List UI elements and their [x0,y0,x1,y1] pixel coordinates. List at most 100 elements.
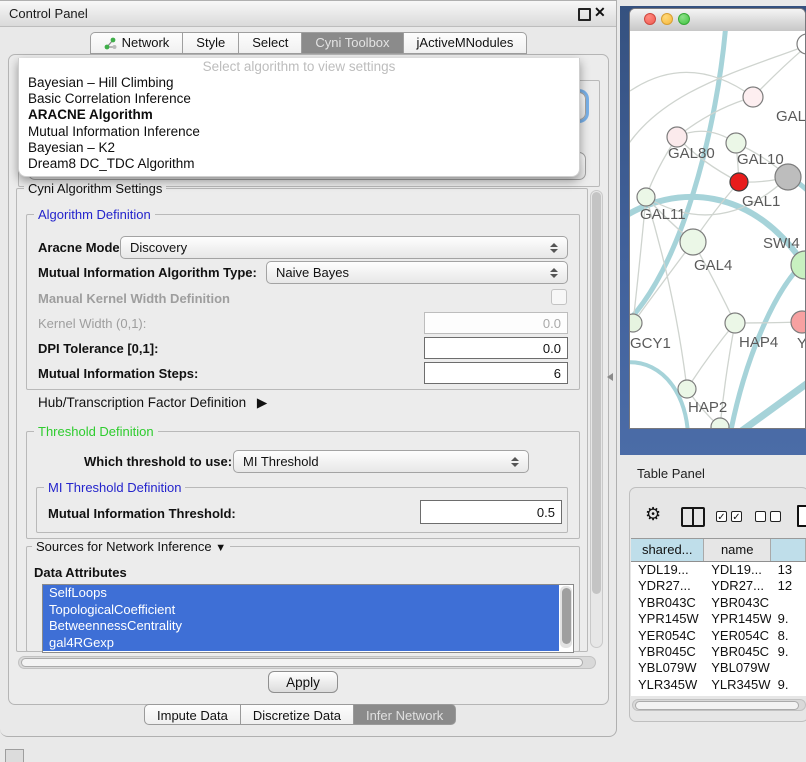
bottom-tab-discretize-data[interactable]: Discretize Data [240,704,353,725]
settings-hscrollbar[interactable] [18,656,596,669]
mi-type-combobox[interactable]: Naive Bayes [266,261,568,284]
algorithm-option[interactable]: Bayesian – Hill Climbing [19,75,579,91]
network-node[interactable] [711,418,729,429]
settings-hscrollbar-thumb[interactable] [21,658,583,667]
gear-icon[interactable]: ⚙ [645,504,661,525]
table-cell: 9 [771,693,806,696]
table-cell: 8. [771,628,806,644]
table-row[interactable]: YIL052CYIL052C9 [631,693,806,696]
combo-arrows-icon [511,457,519,467]
kernel-width-input[interactable]: 0.0 [424,312,568,334]
network-node-gal11[interactable] [637,188,655,206]
network-node-gal4[interactable] [680,229,706,255]
node-table[interactable]: shared...name YDL19...YDL19...13YDR27...… [631,538,806,696]
table-cell: YDL19... [631,562,704,578]
table-row[interactable]: YBR043CYBR043C [631,595,806,611]
table-cell: YER054C [631,628,704,644]
algorithm-popup-header: Select algorithm to view settings [19,58,579,75]
tab-network[interactable]: Network [90,32,183,54]
dpi-tolerance-input[interactable]: 0.0 [424,337,568,359]
control-panel-titlebar[interactable]: Control Panel ✕ [0,1,616,27]
attribute-list-item[interactable]: BetweennessCentrality [43,618,559,635]
node-label: HAP4 [739,334,778,351]
algorithm-option[interactable]: Dream8 DC_TDC Algorithm [19,156,579,172]
network-node[interactable] [797,34,806,54]
table-cell: 12 [771,578,806,594]
attribute-list-item[interactable]: gal4RGexp [43,635,559,652]
which-threshold-combobox[interactable]: MI Threshold [233,450,529,473]
page-icon[interactable] [797,505,806,527]
apply-button[interactable]: Apply [268,671,338,693]
network-node-y[interactable] [791,311,806,333]
columns-icon[interactable] [681,507,705,527]
node-label: GAL80 [668,145,715,162]
mi-threshold-input[interactable]: 0.5 [420,500,562,524]
settings-scrollbar-thumb[interactable] [592,192,601,594]
network-window-titlebar[interactable] [630,9,805,32]
mi-type-label: Mutual Information Algorithm Type: [38,265,257,280]
aracne-mode-label: Aracne Mode: [38,240,124,255]
attribute-list-item[interactable]: SelfLoops [43,585,559,602]
tab-cyni-toolbox[interactable]: Cyni Toolbox [301,32,402,54]
algorithm-definition-legend: Algorithm Definition [34,207,155,222]
network-node-gcy1[interactable] [630,314,642,332]
network-node[interactable] [775,164,801,190]
bottom-tab-infer-network[interactable]: Infer Network [353,704,456,725]
hub-definition-expander[interactable]: Hub/Transcription Factor Definition ▶ [38,395,267,411]
float-window-icon[interactable] [578,8,591,21]
table-row[interactable]: YER054CYER054C8. [631,628,806,644]
table-row[interactable]: YDR27...YDR27...12 [631,578,806,594]
table-row[interactable]: YLR345WYLR345W9. [631,677,806,693]
table-cell [771,660,806,676]
close-icon[interactable]: ✕ [594,4,606,21]
zoom-light-icon[interactable] [678,13,690,25]
table-row[interactable]: YBL079WYBL079W [631,660,806,676]
list-scrollbar[interactable] [560,586,572,648]
splitpane-handle-icon[interactable] [607,373,613,381]
network-node-gal80[interactable] [667,127,687,147]
table-hscrollbar-thumb[interactable] [635,701,799,710]
algorithm-option[interactable]: Mutual Information Inference [19,124,579,140]
network-node-gal10[interactable] [726,133,746,153]
cyni-settings-legend: Cyni Algorithm Settings [24,181,166,196]
minimize-light-icon[interactable] [661,13,673,25]
network-node-gal[interactable] [743,87,763,107]
manual-kernel-checkbox[interactable] [551,289,567,305]
node-label: Y [797,335,806,352]
tab-jactivemnodules[interactable]: jActiveMNodules [403,32,528,54]
network-canvas[interactable]: GALGAL80GAL10GAL1GAL11GAL4SWI4GCY1HAP4YH… [630,31,806,429]
sources-legend[interactable]: Sources for Network Inference ▼ [32,539,230,554]
aracne-mode-combobox[interactable]: Discovery [120,236,568,259]
table-hscrollbar[interactable] [632,699,806,711]
column-header[interactable]: name [704,539,770,561]
data-attributes-label: Data Attributes [34,565,127,580]
algorithm-option[interactable]: ARACNE Algorithm [19,107,579,123]
column-header[interactable]: shared... [631,539,704,561]
tab-select[interactable]: Select [238,32,301,54]
network-node-hap4[interactable] [725,313,745,333]
stray-panel-icon[interactable] [5,749,24,762]
table-cell: YBR043C [631,595,704,611]
table-cell: YIL052C [631,693,704,696]
network-node-gal1[interactable] [730,173,748,191]
bottom-tabs: Impute DataDiscretize DataInfer Network [144,704,456,725]
select-all-icon[interactable]: ✓✓ [716,511,742,522]
attribute-list-item[interactable]: TopologicalCoefficient [43,602,559,619]
control-panel-window: Control Panel ✕ NetworkStyleSelectCyni T… [0,0,617,737]
network-node-hap2[interactable] [678,380,696,398]
algorithm-option[interactable]: Bayesian – K2 [19,140,579,156]
table-row[interactable]: YPR145WYPR145W9. [631,611,806,627]
tab-style[interactable]: Style [182,32,238,54]
list-scrollbar-thumb[interactable] [562,588,571,644]
close-light-icon[interactable] [644,13,656,25]
table-row[interactable]: YBR045CYBR045C9. [631,644,806,660]
deselect-all-icon[interactable] [755,511,781,522]
mi-steps-input[interactable]: 6 [424,362,568,384]
node-label: GAL1 [742,193,780,210]
bottom-tab-impute-data[interactable]: Impute Data [144,704,240,725]
settings-scrollbar[interactable] [590,190,603,648]
table-row[interactable]: YDL19...YDL19...13 [631,562,806,578]
algorithm-option[interactable]: Basic Correlation Inference [19,91,579,107]
data-attributes-list[interactable]: SelfLoopsTopologicalCoefficientBetweenne… [42,584,574,653]
column-header[interactable] [771,539,806,561]
